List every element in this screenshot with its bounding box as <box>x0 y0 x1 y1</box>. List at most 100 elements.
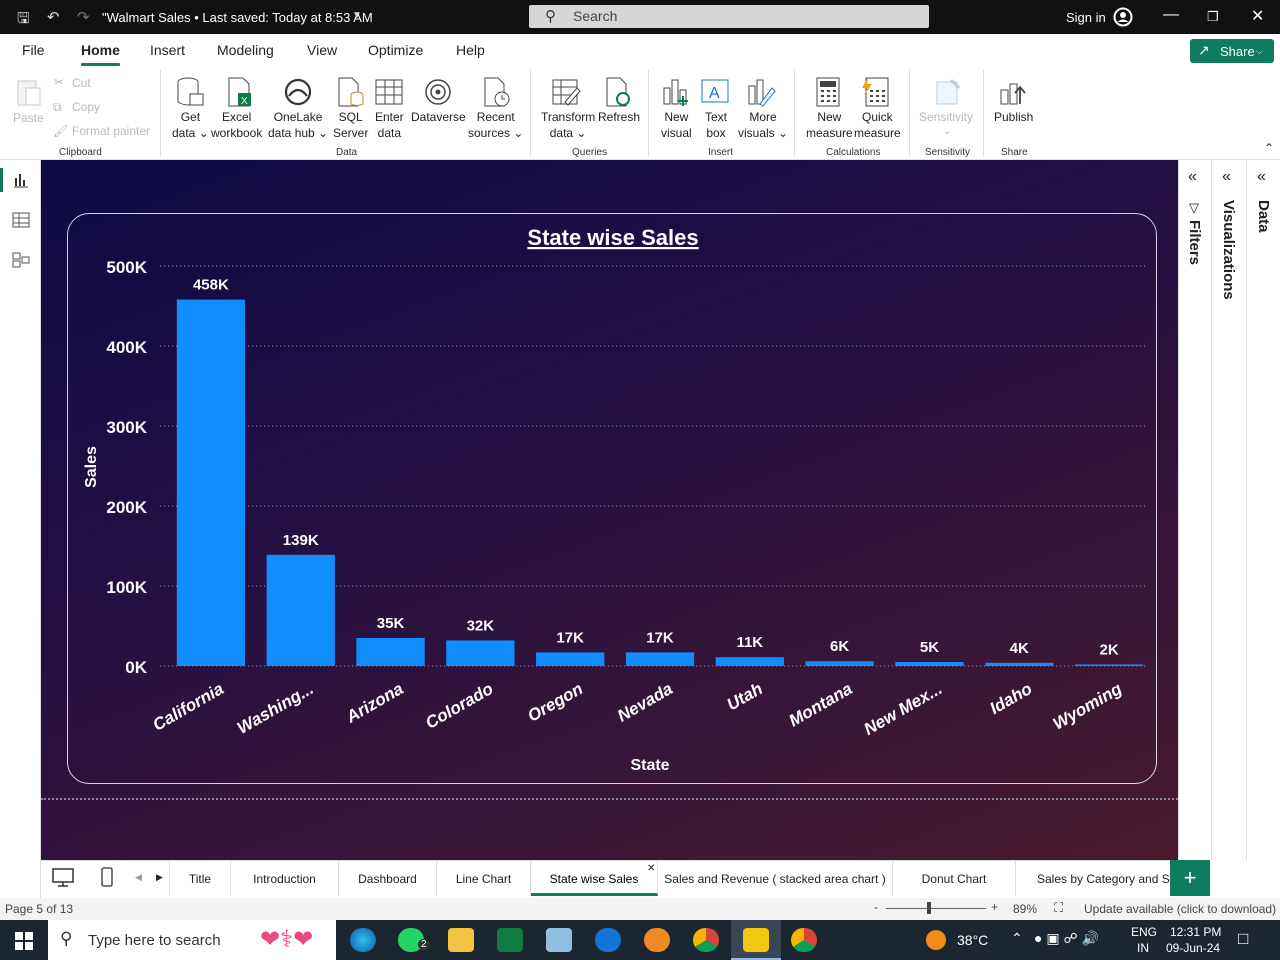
windows-start-icon[interactable] <box>15 932 33 950</box>
add-page-button[interactable]: + <box>1170 860 1210 896</box>
bar[interactable] <box>446 640 515 666</box>
menu-home[interactable]: Home <box>81 42 120 58</box>
chrome-icon[interactable] <box>693 928 719 952</box>
menu-view[interactable]: View <box>307 42 337 58</box>
onelake-data-hub-button[interactable]: OneLake data hub ⌄ <box>268 109 328 141</box>
cut-button[interactable]: Cut <box>72 75 91 91</box>
page-tab[interactable]: Line Chart <box>437 861 531 896</box>
bar[interactable] <box>895 662 964 666</box>
file-explorer-icon[interactable] <box>448 928 474 952</box>
close-icon[interactable]: ✕ <box>1251 6 1264 26</box>
quick-measure-button[interactable]: Quick measure <box>854 109 901 141</box>
refresh-button[interactable]: Refresh <box>598 109 640 125</box>
bar[interactable] <box>356 638 425 666</box>
excel-workbook-button[interactable]: Excel workbook <box>211 109 262 141</box>
get-data-button[interactable]: Get data ⌄ <box>172 109 209 141</box>
scroll-left-icon[interactable]: ◀ <box>135 872 142 883</box>
more-visuals-button[interactable]: More visuals ⌄ <box>738 109 788 141</box>
redo-icon[interactable]: ↷ <box>77 8 90 26</box>
taskbar-search[interactable]: ⚲ Type here to search ❤⚕❤ <box>48 920 336 960</box>
close-tab-icon[interactable]: ✕ <box>647 863 655 874</box>
update-available-link[interactable]: Update available (click to download) <box>1084 902 1276 916</box>
page-tab-active[interactable]: State wise Sales <box>531 861 658 896</box>
language-region[interactable]: IN <box>1137 941 1149 955</box>
expand-visualizations-icon[interactable]: « <box>1222 168 1231 186</box>
page-tab[interactable]: Donut Chart <box>893 861 1016 896</box>
report-view-icon[interactable] <box>12 172 30 188</box>
enter-data-button[interactable]: Enter data <box>375 109 404 141</box>
copy-button[interactable]: Copy <box>72 99 100 115</box>
recent-sources-button[interactable]: Recent sources ⌄ <box>468 109 523 141</box>
filters-pane[interactable]: « ▽ Filters <box>1178 160 1211 860</box>
share-button[interactable]: ↗ Share ⌵ <box>1190 39 1274 63</box>
data-pane[interactable]: « Data <box>1246 160 1280 860</box>
zoom-in-icon[interactable]: + <box>991 900 998 914</box>
expand-filters-icon[interactable]: « <box>1188 168 1197 186</box>
search-box[interactable]: ⚲ Search <box>529 5 929 28</box>
format-painter-button[interactable]: Format painter <box>72 123 150 139</box>
notepad-icon[interactable] <box>546 928 572 952</box>
app-icon[interactable] <box>595 928 621 952</box>
menu-optimize[interactable]: Optimize <box>368 42 423 58</box>
app-icon[interactable] <box>644 928 670 952</box>
minimize-icon[interactable]: — <box>1163 6 1179 24</box>
page-tab[interactable]: Sales by Category and Su <box>1016 861 1170 896</box>
zoom-out-icon[interactable]: - <box>874 900 878 914</box>
dataverse-button[interactable]: Dataverse <box>411 109 466 125</box>
visualizations-pane[interactable]: « Visualizations <box>1211 160 1246 860</box>
page-tab[interactable]: Dashboard <box>339 861 437 896</box>
bar[interactable] <box>1074 664 1144 666</box>
bar[interactable] <box>805 661 874 666</box>
clock-date[interactable]: 09-Jun-24 <box>1166 941 1220 955</box>
desktop-layout-icon[interactable] <box>52 868 74 888</box>
chrome-profile-icon[interactable] <box>791 928 817 952</box>
collapse-ribbon-icon[interactable]: ⌃ <box>1264 140 1274 156</box>
tray-icons[interactable]: ● ▣ ☍ 🔊 <box>1034 930 1099 947</box>
bar[interactable] <box>715 657 784 666</box>
bar[interactable] <box>536 652 605 666</box>
bar[interactable] <box>625 652 695 666</box>
new-visual-button[interactable]: New visual <box>661 109 692 141</box>
menu-help[interactable]: Help <box>456 42 485 58</box>
bar[interactable] <box>266 554 335 666</box>
account-icon[interactable] <box>1113 7 1133 27</box>
power-bi-icon[interactable] <box>743 928 769 952</box>
save-icon[interactable]: 🖫 <box>17 8 30 33</box>
sql-server-button[interactable]: SQL Server <box>333 109 368 141</box>
bar[interactable] <box>176 299 246 666</box>
bar[interactable] <box>985 662 1054 666</box>
chart-container[interactable]: 0K 100K 200K 300K 400K 500K 458K 139K 35K 32K 17K… <box>67 213 1157 784</box>
zoom-slider[interactable] <box>886 908 986 909</box>
document-title[interactable]: "Walmart Sales • Last saved: Today at 8:… <box>102 10 373 25</box>
publish-button[interactable]: Publish <box>994 109 1033 125</box>
expand-data-icon[interactable]: « <box>1257 168 1266 186</box>
paste-button[interactable]: Paste <box>13 110 44 126</box>
excel-taskbar-icon[interactable] <box>497 928 523 952</box>
undo-icon[interactable]: ↶ <box>47 8 60 26</box>
sensitivity-button[interactable]: Sensitivity <box>919 109 973 125</box>
scroll-right-icon[interactable]: ▶ <box>156 872 163 883</box>
model-view-icon[interactable] <box>12 252 30 268</box>
edge-icon[interactable] <box>350 928 376 952</box>
page-tab[interactable]: Title <box>169 861 231 896</box>
notification-icon[interactable]: □ <box>1238 929 1248 949</box>
menu-insert[interactable]: Insert <box>150 42 185 58</box>
sign-in-link[interactable]: Sign in <box>1066 10 1106 25</box>
clock-time[interactable]: 12:31 PM <box>1170 925 1221 939</box>
mobile-layout-icon[interactable] <box>101 867 113 887</box>
table-view-icon[interactable] <box>12 212 30 228</box>
tray-chevron-icon[interactable]: ⌃ <box>1011 930 1023 947</box>
text-box-button[interactable]: Text box <box>705 109 727 141</box>
weather-temp[interactable]: 38°C <box>957 932 988 948</box>
menu-modeling[interactable]: Modeling <box>217 42 274 58</box>
title-dropdown-icon[interactable]: ▼ <box>352 10 362 21</box>
page-tab[interactable]: Introduction <box>231 861 339 896</box>
weather-icon[interactable] <box>926 930 946 950</box>
menu-file[interactable]: File <box>22 42 45 58</box>
new-measure-button[interactable]: New measure <box>806 109 853 141</box>
transform-data-button[interactable]: Transform data ⌄ <box>541 109 595 141</box>
language-code[interactable]: ENG <box>1131 925 1157 939</box>
fit-to-page-icon[interactable]: ⛶ <box>1054 900 1063 916</box>
maximize-icon[interactable]: ❐ <box>1207 9 1219 25</box>
page-tab[interactable]: Sales and Revenue ( stacked area chart ) <box>658 861 893 896</box>
